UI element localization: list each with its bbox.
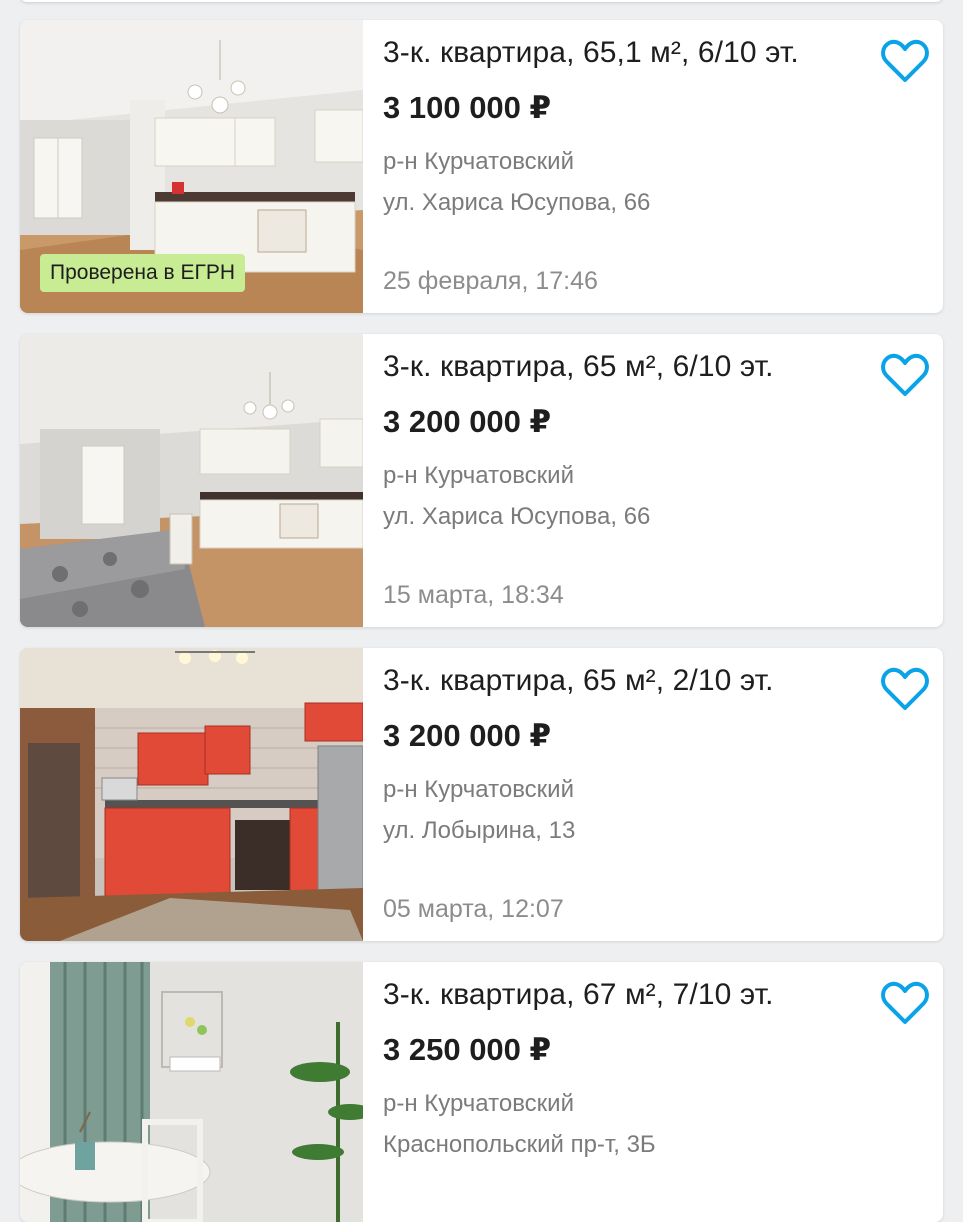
listing-address: Краснопольский пр-т, 3Б xyxy=(383,1131,656,1158)
listing-price: 3 250 000 ₽ xyxy=(383,1032,552,1067)
listing-card[interactable]: 3-к. квартира, 67 м², 7/10 эт. 3 250 000… xyxy=(20,962,943,1222)
kitchen-with-table-photo xyxy=(20,334,363,627)
listing-card[interactable]: 3-к. квартира, 65 м², 6/10 эт. 3 200 000… xyxy=(20,334,943,627)
listing-price: 3 100 000 ₽ xyxy=(383,90,552,125)
listing-price: 3 200 000 ₽ xyxy=(383,718,552,753)
listing-photo[interactable]: Проверена в ЕГРН xyxy=(20,20,363,313)
listing-district: р-н Курчатовский xyxy=(383,1090,574,1117)
listing-date: 05 марта, 12:07 xyxy=(383,895,564,923)
listing-title[interactable]: 3-к. квартира, 65 м², 6/10 эт. xyxy=(383,350,774,384)
listing-card[interactable]: Проверена в ЕГРН 3-к. квартира, 65,1 м²,… xyxy=(20,20,943,313)
egrn-verified-badge: Проверена в ЕГРН xyxy=(40,254,246,292)
listing-photo[interactable] xyxy=(20,648,363,941)
listing-price: 3 200 000 ₽ xyxy=(383,404,552,439)
dining-room-photo xyxy=(20,962,363,1222)
listing-date: 25 февраля, 17:46 xyxy=(383,267,598,295)
listing-district: р-н Курчатовский xyxy=(383,148,574,175)
heart-outline-icon xyxy=(881,353,929,396)
listing-date: 15 марта, 18:34 xyxy=(383,581,564,609)
listing-photo[interactable] xyxy=(20,334,363,627)
listing-card[interactable]: 3-к. квартира, 65 м², 2/10 эт. 3 200 000… xyxy=(20,648,943,941)
favorite-button[interactable] xyxy=(880,352,930,398)
listing-address: ул. Хариса Юсупова, 66 xyxy=(383,189,651,216)
listing-district: р-н Курчатовский xyxy=(383,462,574,489)
heart-outline-icon xyxy=(881,667,929,710)
listing-address: ул. Лобырина, 13 xyxy=(383,817,576,844)
favorite-button[interactable] xyxy=(880,980,930,1026)
listing-district: р-н Курчатовский xyxy=(383,776,574,803)
listing-address: ул. Хариса Юсупова, 66 xyxy=(383,503,651,530)
favorite-button[interactable] xyxy=(880,666,930,712)
red-kitchen-photo xyxy=(20,648,363,941)
heart-outline-icon xyxy=(881,39,929,82)
listing-title[interactable]: 3-к. квартира, 65 м², 2/10 эт. xyxy=(383,664,774,698)
favorite-button[interactable] xyxy=(880,38,930,84)
previous-listing-card-edge[interactable] xyxy=(20,0,943,2)
listing-photo[interactable] xyxy=(20,962,363,1222)
heart-outline-icon xyxy=(881,981,929,1024)
listing-title[interactable]: 3-к. квартира, 65,1 м², 6/10 эт. xyxy=(383,36,799,70)
listing-title[interactable]: 3-к. квартира, 67 м², 7/10 эт. xyxy=(383,978,774,1012)
